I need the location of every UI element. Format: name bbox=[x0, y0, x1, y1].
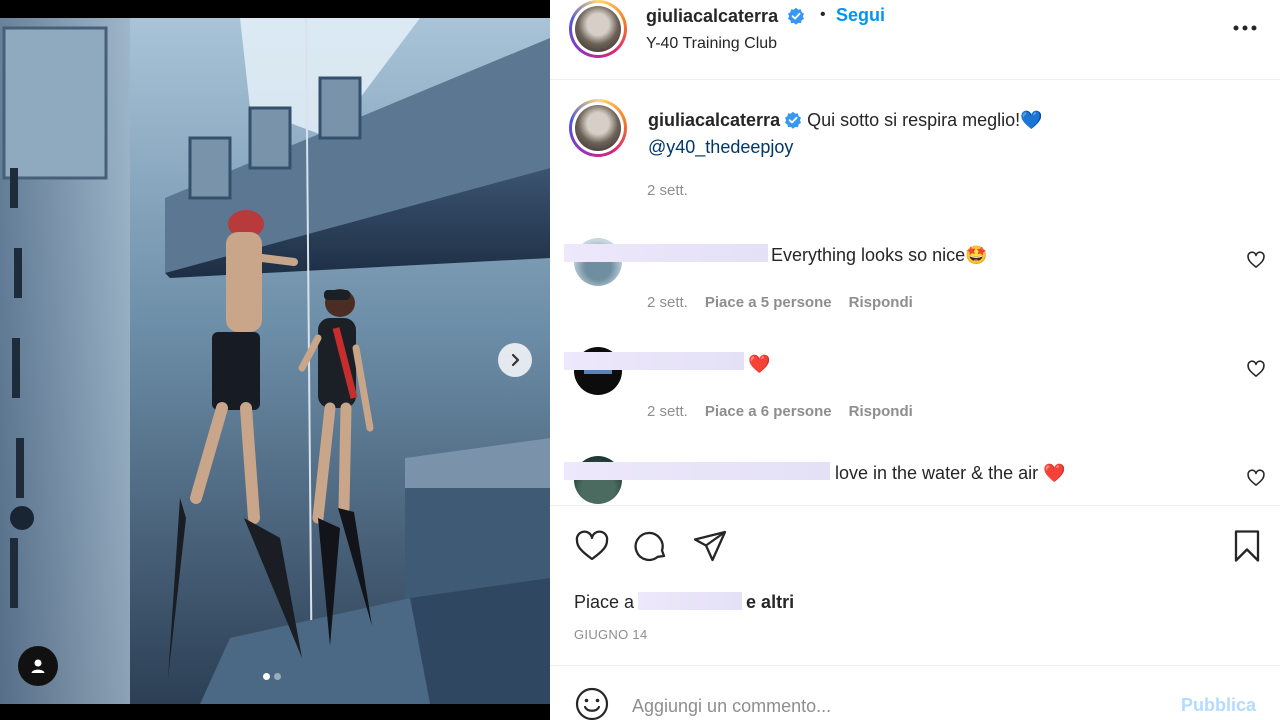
comment-item: ❤️ 2 sett. Piace a 6 persone Rispondi bbox=[550, 347, 1280, 447]
caption-time: 2 sett. bbox=[647, 182, 688, 199]
comment-like-heart-icon[interactable] bbox=[1246, 359, 1266, 379]
more-horizontal-icon bbox=[1233, 25, 1257, 31]
comment-input[interactable] bbox=[632, 692, 1172, 720]
redacted-username bbox=[564, 462, 830, 480]
comment-item: love in the water & the air ❤️ bbox=[550, 456, 1280, 505]
comment-meta: 2 sett. Piace a 5 persone Rispondi bbox=[647, 294, 913, 311]
redacted-username bbox=[564, 244, 768, 262]
emoji-smiley-icon[interactable] bbox=[574, 686, 610, 720]
comment-text: ❤️ bbox=[748, 354, 771, 374]
post-details: giuliacalcaterra • Segui Y-40 Training C… bbox=[550, 0, 1280, 720]
carousel-dot bbox=[263, 673, 270, 680]
redacted-username bbox=[638, 592, 743, 610]
post-actions: Piace a e altri GIUGNO 14 bbox=[550, 505, 1280, 665]
likes-summary: Piace a e altri bbox=[574, 590, 794, 613]
caption: giuliacalcaterra Qui sotto si respira me… bbox=[648, 107, 1208, 161]
avatar-image bbox=[575, 6, 621, 52]
caption-avatar[interactable] bbox=[569, 99, 627, 157]
username-text[interactable]: giuliacalcaterra bbox=[646, 6, 778, 26]
post-media bbox=[0, 0, 550, 720]
caption-username[interactable]: giuliacalcaterra bbox=[648, 110, 780, 130]
verified-badge-icon bbox=[785, 111, 802, 129]
likes-prefix: Piace a bbox=[574, 592, 635, 612]
reply-button[interactable]: Rispondi bbox=[849, 294, 913, 311]
comments-section: giuliacalcaterra Qui sotto si respira me… bbox=[550, 81, 1280, 505]
share-send-icon[interactable] bbox=[692, 528, 728, 564]
caption-mention-link[interactable]: @y40_thedeepjoy bbox=[648, 137, 793, 157]
likes-others-link[interactable]: e altri bbox=[746, 592, 794, 612]
comment-meta: 2 sett. Piace a 6 persone Rispondi bbox=[647, 403, 913, 420]
carousel-dot bbox=[274, 673, 281, 680]
user-icon bbox=[31, 659, 45, 673]
comment-item: Everything looks so nice🤩 2 sett. Piace … bbox=[550, 238, 1280, 338]
comment-like-heart-icon[interactable] bbox=[1246, 468, 1266, 488]
post-header: giuliacalcaterra • Segui Y-40 Training C… bbox=[550, 0, 1280, 80]
comment-likes-link[interactable]: Piace a 6 persone bbox=[705, 403, 832, 420]
chevron-right-icon bbox=[511, 353, 520, 367]
avatar[interactable] bbox=[569, 0, 627, 58]
comment-text: Everything looks so nice🤩 bbox=[771, 245, 988, 265]
comment-like-heart-icon[interactable] bbox=[1246, 250, 1266, 270]
caption-emoji: 💙 bbox=[1020, 110, 1043, 130]
follow-button[interactable]: Segui bbox=[836, 5, 885, 26]
comment-text: love in the water & the air ❤️ bbox=[835, 463, 1066, 483]
carousel-indicator bbox=[263, 673, 281, 680]
separator-dot: • bbox=[820, 6, 826, 23]
next-image-button[interactable] bbox=[498, 343, 532, 377]
comment-likes-link[interactable]: Piace a 5 persone bbox=[705, 294, 832, 311]
avatar-image bbox=[575, 105, 621, 151]
caption-text: Qui sotto si respira meglio! bbox=[807, 110, 1021, 130]
verified-badge-icon bbox=[788, 7, 805, 25]
more-options-button[interactable] bbox=[1230, 18, 1260, 38]
like-heart-icon[interactable] bbox=[574, 528, 610, 564]
post-date: GIUGNO 14 bbox=[574, 627, 648, 642]
comment-bubble-icon[interactable] bbox=[633, 528, 669, 564]
tagged-users-button[interactable] bbox=[18, 646, 58, 686]
comment-time: 2 sett. bbox=[647, 294, 688, 311]
redacted-username bbox=[564, 352, 744, 370]
post-author-username[interactable]: giuliacalcaterra bbox=[646, 6, 805, 27]
comment-composer: Pubblica bbox=[550, 665, 1280, 720]
save-bookmark-icon[interactable] bbox=[1229, 528, 1265, 564]
post-photo bbox=[0, 18, 550, 704]
location-link[interactable]: Y-40 Training Club bbox=[646, 35, 777, 53]
publish-button[interactable]: Pubblica bbox=[1181, 695, 1256, 716]
reply-button[interactable]: Rispondi bbox=[849, 403, 913, 420]
comment-time: 2 sett. bbox=[647, 403, 688, 420]
